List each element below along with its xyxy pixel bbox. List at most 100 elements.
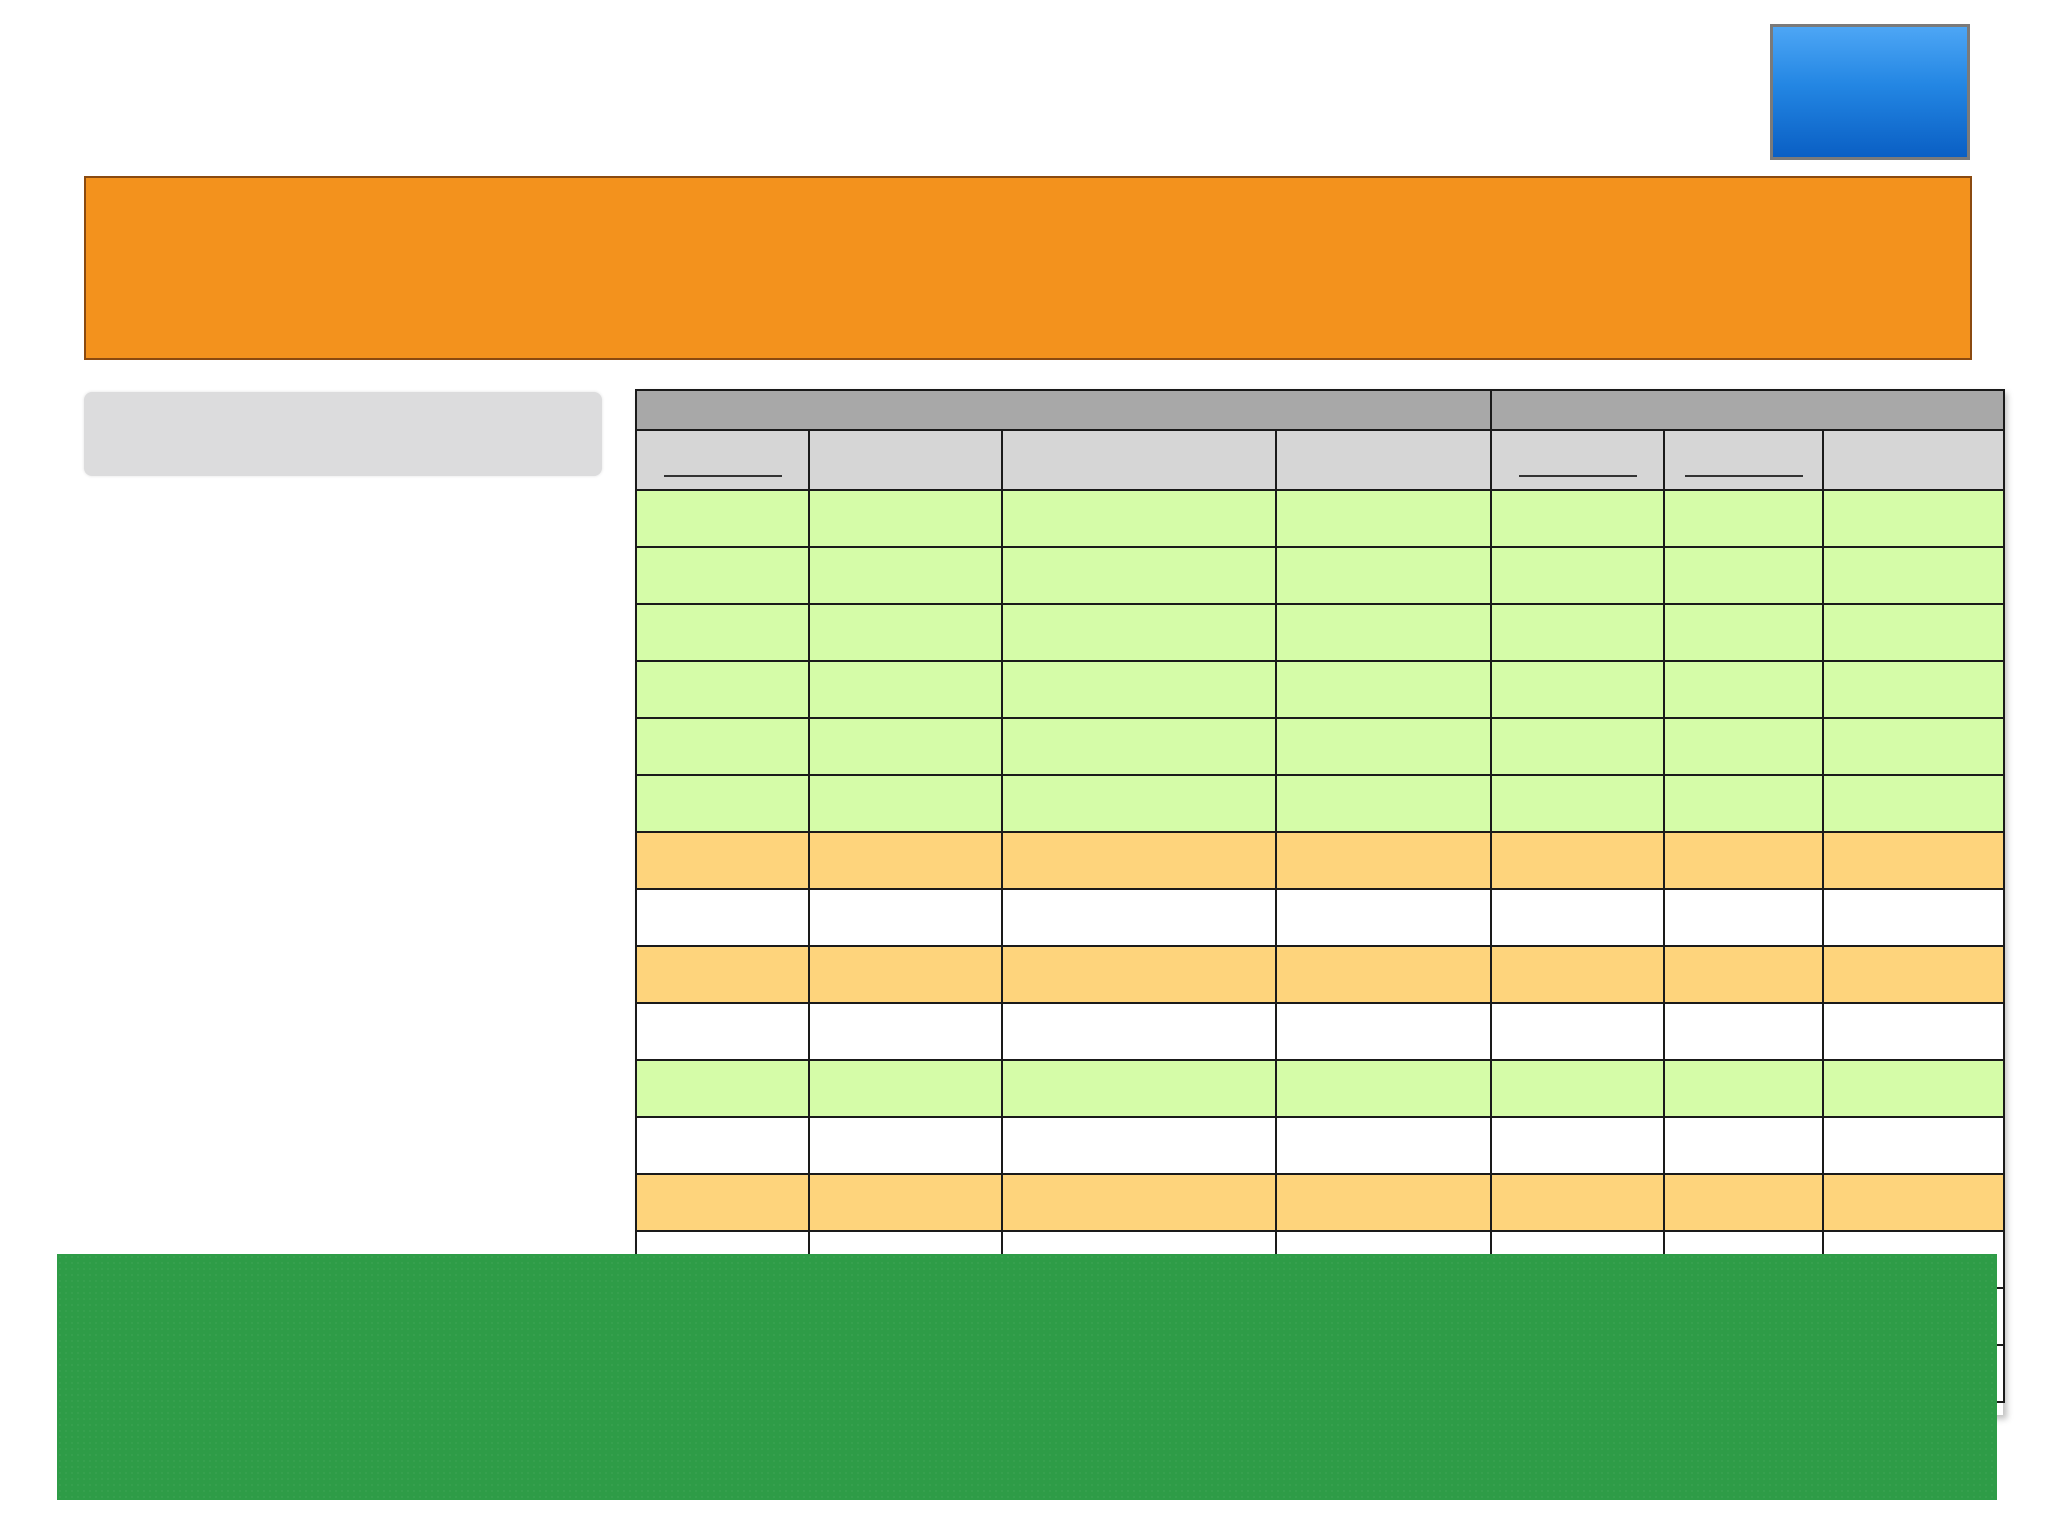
- table-cell[interactable]: [635, 1116, 810, 1175]
- table-row[interactable]: [635, 945, 2006, 1004]
- table-cell[interactable]: [1490, 489, 1665, 548]
- table-column-header[interactable]: [808, 429, 1003, 491]
- table-cell[interactable]: [1490, 1116, 1665, 1175]
- table-cell[interactable]: [635, 945, 810, 1004]
- table-cell[interactable]: [1490, 1173, 1665, 1232]
- table-cell[interactable]: [1275, 831, 1492, 890]
- table-cell[interactable]: [1001, 1002, 1277, 1061]
- table-cell[interactable]: [635, 888, 810, 947]
- table-cell[interactable]: [1663, 546, 1824, 605]
- table-row[interactable]: [635, 546, 2006, 605]
- table-cell[interactable]: [1663, 774, 1824, 833]
- table-row[interactable]: [635, 888, 2006, 947]
- table-cell[interactable]: [635, 1059, 810, 1118]
- table-row[interactable]: [635, 660, 2006, 719]
- table-cell[interactable]: [1490, 945, 1665, 1004]
- table-cell[interactable]: [1821, 945, 2006, 1004]
- table-cell[interactable]: [1490, 546, 1665, 605]
- table-cell[interactable]: [808, 1002, 1003, 1061]
- table-cell[interactable]: [1275, 1059, 1492, 1118]
- table-cell[interactable]: [1001, 1173, 1277, 1232]
- table-column-header[interactable]: [1821, 429, 2006, 491]
- table-cell[interactable]: [635, 489, 810, 548]
- table-cell[interactable]: [1663, 489, 1824, 548]
- table-cell[interactable]: [1490, 717, 1665, 776]
- table-row[interactable]: [635, 1173, 2006, 1232]
- table-cell[interactable]: [1821, 546, 2006, 605]
- table-cell[interactable]: [1663, 1002, 1824, 1061]
- table-cell[interactable]: [808, 774, 1003, 833]
- table-cell[interactable]: [635, 831, 810, 890]
- table-cell[interactable]: [635, 660, 810, 719]
- table-cell[interactable]: [808, 1116, 1003, 1175]
- table-cell[interactable]: [1490, 660, 1665, 719]
- table-column-header[interactable]: [1490, 429, 1665, 491]
- table-cell[interactable]: [1490, 603, 1665, 662]
- table-cell[interactable]: [1663, 831, 1824, 890]
- table-cell[interactable]: [1275, 717, 1492, 776]
- table-cell[interactable]: [1490, 774, 1665, 833]
- table-cell[interactable]: [1490, 831, 1665, 890]
- table-cell[interactable]: [1821, 774, 2006, 833]
- table-cell[interactable]: [808, 945, 1003, 1004]
- table-cell[interactable]: [808, 546, 1003, 605]
- table-cell[interactable]: [1663, 1173, 1824, 1232]
- table-column-header[interactable]: [1001, 429, 1277, 491]
- table-row[interactable]: [635, 603, 2006, 662]
- table-row[interactable]: [635, 489, 2006, 548]
- table-cell[interactable]: [1821, 1116, 2006, 1175]
- table-row[interactable]: [635, 774, 2006, 833]
- table-cell[interactable]: [1001, 945, 1277, 1004]
- table-cell[interactable]: [1821, 831, 2006, 890]
- table-cell[interactable]: [1821, 1002, 2006, 1061]
- table-cell[interactable]: [808, 489, 1003, 548]
- table-cell[interactable]: [1001, 888, 1277, 947]
- table-row[interactable]: [635, 717, 2006, 776]
- table-cell[interactable]: [1821, 603, 2006, 662]
- table-cell[interactable]: [635, 717, 810, 776]
- table-cell[interactable]: [808, 660, 1003, 719]
- table-cell[interactable]: [808, 1173, 1003, 1232]
- table-column-header[interactable]: [1275, 429, 1492, 491]
- table-cell[interactable]: [1001, 1059, 1277, 1118]
- table-cell[interactable]: [635, 1002, 810, 1061]
- table-cell[interactable]: [1490, 1002, 1665, 1061]
- table-row[interactable]: [635, 1116, 2006, 1175]
- table-cell[interactable]: [1490, 1059, 1665, 1118]
- table-cell[interactable]: [1663, 888, 1824, 947]
- table-cell[interactable]: [808, 888, 1003, 947]
- table-cell[interactable]: [1275, 603, 1492, 662]
- table-cell[interactable]: [635, 603, 810, 662]
- table-cell[interactable]: [1821, 888, 2006, 947]
- table-cell[interactable]: [1821, 489, 2006, 548]
- table-row[interactable]: [635, 831, 2006, 890]
- table-cell[interactable]: [1275, 489, 1492, 548]
- table-cell[interactable]: [1275, 546, 1492, 605]
- table-cell[interactable]: [1001, 717, 1277, 776]
- table-cell[interactable]: [808, 831, 1003, 890]
- table-cell[interactable]: [1821, 1173, 2006, 1232]
- table-cell[interactable]: [635, 774, 810, 833]
- table-cell[interactable]: [1275, 774, 1492, 833]
- table-cell[interactable]: [1821, 660, 2006, 719]
- table-cell[interactable]: [1275, 888, 1492, 947]
- table-column-header[interactable]: [635, 429, 810, 491]
- table-cell[interactable]: [808, 717, 1003, 776]
- table-cell[interactable]: [1275, 1173, 1492, 1232]
- table-cell[interactable]: [808, 603, 1003, 662]
- table-row[interactable]: [635, 1002, 2006, 1061]
- table-cell[interactable]: [1663, 945, 1824, 1004]
- table-cell[interactable]: [1001, 831, 1277, 890]
- blue-action-button[interactable]: [1770, 24, 1970, 160]
- table-cell[interactable]: [1001, 603, 1277, 662]
- table-cell[interactable]: [1001, 1116, 1277, 1175]
- table-cell[interactable]: [635, 1173, 810, 1232]
- table-cell[interactable]: [1001, 489, 1277, 548]
- table-column-header[interactable]: [1663, 429, 1824, 491]
- table-cell[interactable]: [1663, 1059, 1824, 1118]
- table-cell[interactable]: [808, 1059, 1003, 1118]
- table-cell[interactable]: [1275, 1002, 1492, 1061]
- table-cell[interactable]: [1663, 717, 1824, 776]
- table-cell[interactable]: [635, 546, 810, 605]
- table-cell[interactable]: [1275, 1116, 1492, 1175]
